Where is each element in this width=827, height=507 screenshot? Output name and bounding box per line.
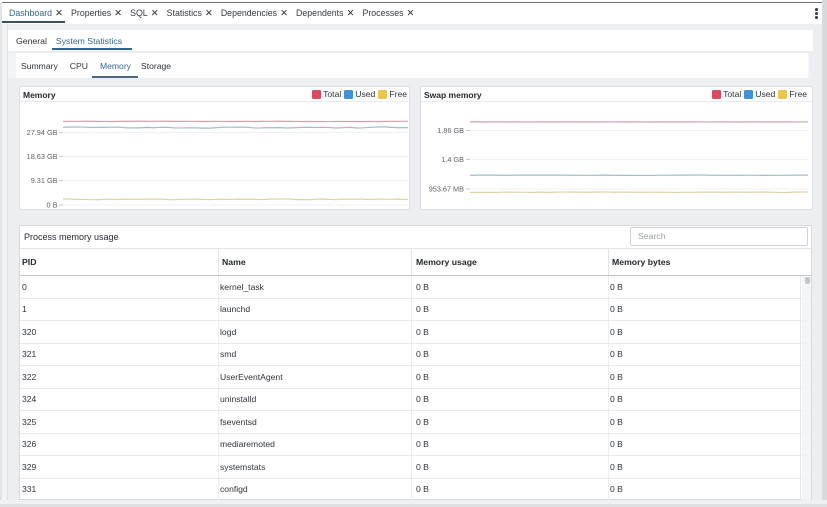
svg-text:9.31 GB: 9.31 GB [31,176,58,185]
svg-text:953.67 MB: 953.67 MB [429,185,464,194]
svg-text:1.4 GB: 1.4 GB [441,155,464,164]
svg-text:18.63 GB: 18.63 GB [27,152,58,161]
svg-text:27.94 GB: 27.94 GB [27,128,58,137]
svg-text:1.86 GB: 1.86 GB [437,126,464,135]
svg-text:0 B: 0 B [47,201,58,209]
